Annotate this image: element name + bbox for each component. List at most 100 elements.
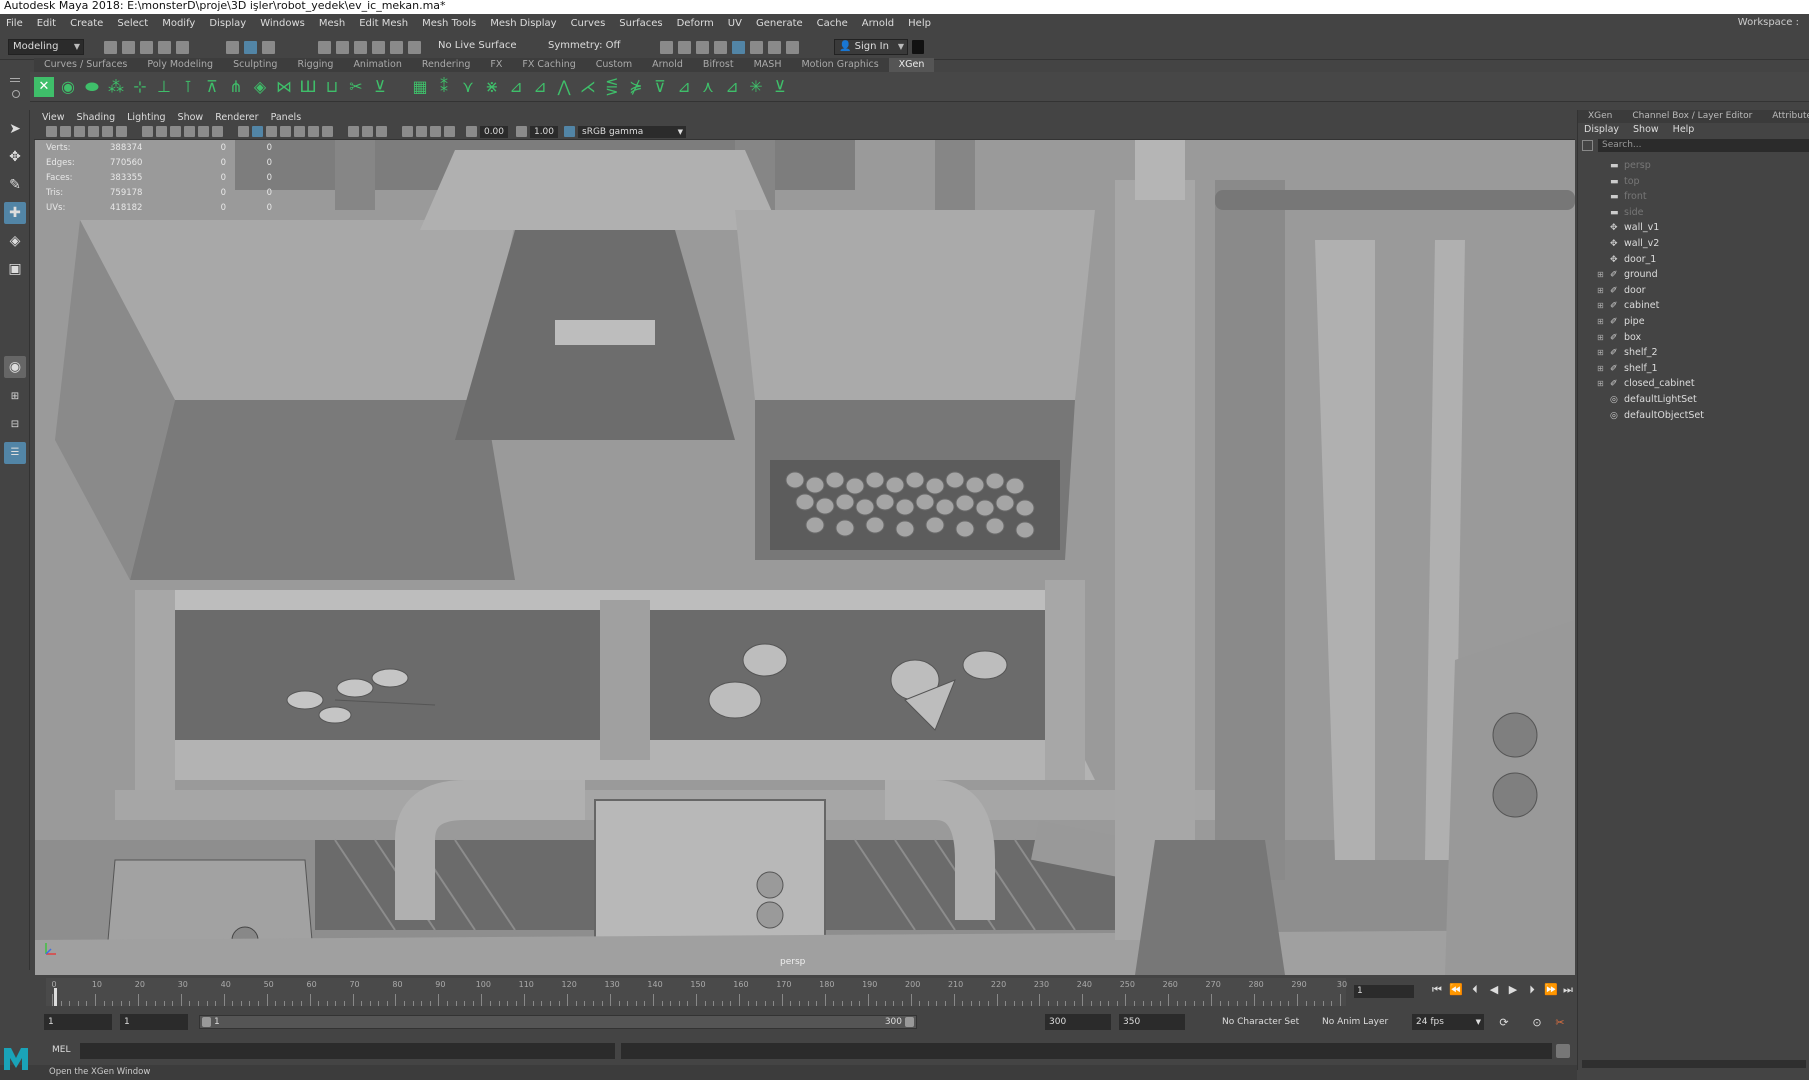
use-all-lights-icon[interactable] — [308, 126, 319, 137]
light-editor-icon[interactable] — [768, 41, 781, 54]
groom-brush-icon[interactable]: ▦ — [410, 77, 430, 97]
select-tool-icon[interactable]: ➤ — [4, 118, 26, 140]
shelf-tab-mash[interactable]: MASH — [743, 58, 792, 72]
outliner-search-input[interactable]: Search... — [1598, 139, 1809, 152]
menu-file[interactable]: File — [6, 18, 23, 29]
xgen-collection-icon[interactable]: ⋈ — [274, 77, 294, 97]
shelf-tab-fx[interactable]: FX — [480, 58, 513, 72]
field-chart-icon[interactable] — [198, 126, 209, 137]
menu-display[interactable]: Display — [209, 18, 246, 29]
xgen-guides-to-curves-icon[interactable]: ⋔ — [226, 77, 246, 97]
outliner-item[interactable]: ✥ door_1 — [1578, 252, 1809, 267]
sign-in-button[interactable]: 👤 Sign In ▼ — [834, 39, 908, 55]
tab-channel-box[interactable]: Channel Box / Layer Editor — [1622, 110, 1762, 123]
shelf-tab-animation[interactable]: Animation — [343, 58, 412, 72]
outliner-item[interactable]: ◎ defaultLightSet — [1578, 392, 1809, 407]
four-view-icon[interactable]: ⊞ — [4, 386, 26, 408]
groom-clump-icon[interactable]: ⋚ — [602, 77, 622, 97]
groom-freeze-icon[interactable]: ⊽ — [650, 77, 670, 97]
gamma-icon[interactable] — [516, 126, 527, 137]
snap-grid-icon[interactable] — [318, 41, 331, 54]
safe-action-icon[interactable] — [212, 126, 223, 137]
step-back-key-icon[interactable]: ⏪ — [1449, 983, 1463, 997]
groom-scale-icon[interactable]: ⊿ — [722, 77, 742, 97]
live-surface-field[interactable]: No Live Surface — [434, 39, 532, 55]
outliner-layout-icon[interactable]: ☰ — [4, 442, 26, 464]
menu-mesh[interactable]: Mesh — [319, 18, 345, 29]
scale-tool-icon[interactable]: ▣ — [4, 258, 26, 280]
panel-menu-shading[interactable]: Shading — [77, 112, 116, 123]
shelf-tab-xgen[interactable]: XGen — [888, 58, 935, 72]
outliner-item[interactable]: ◎ defaultObjectSet — [1578, 408, 1809, 423]
render-settings-icon[interactable] — [714, 41, 727, 54]
menu-mesh-display[interactable]: Mesh Display — [490, 18, 556, 29]
view-transform-dropdown[interactable]: sRGB gamma ▼ — [578, 126, 686, 138]
shelf-tab-bifrost[interactable]: Bifrost — [692, 58, 744, 72]
snap-surface-icon[interactable] — [390, 41, 403, 54]
default-material-icon[interactable] — [266, 126, 277, 137]
sidebar-toggle-icon[interactable] — [912, 40, 924, 54]
shelf-tab-arnold[interactable]: Arnold — [642, 58, 693, 72]
outliner-item[interactable]: ⊞ ✐ ground — [1578, 267, 1809, 282]
backface-culling-icon[interactable] — [444, 126, 455, 137]
hypershade-icon[interactable] — [732, 41, 745, 54]
menu-uv[interactable]: UV — [728, 18, 742, 29]
shelf-tab-sculpting[interactable]: Sculpting — [223, 58, 288, 72]
outliner-item[interactable]: ⊞ ✐ shelf_2 — [1578, 345, 1809, 360]
anim-layer-dropdown[interactable]: No Anim Layer — [1318, 1014, 1406, 1030]
xgen-sculpt-guide-icon[interactable]: ⊺ — [178, 77, 198, 97]
outliner-menu-show[interactable]: Show — [1633, 123, 1659, 137]
save-scene-icon[interactable] — [140, 41, 153, 54]
animation-end-field[interactable]: 350 — [1119, 1014, 1185, 1030]
groom-comb-icon[interactable]: ⋇ — [482, 77, 502, 97]
groom-noise-icon[interactable]: ⋌ — [578, 77, 598, 97]
xray-icon[interactable] — [416, 126, 427, 137]
go-to-start-icon[interactable]: ⏮ — [1430, 983, 1444, 997]
camera-select-icon[interactable] — [46, 126, 57, 137]
loop-icon[interactable]: ⟳ — [1497, 1016, 1511, 1030]
select-hierarchy-icon[interactable] — [226, 41, 239, 54]
current-time-marker[interactable] — [54, 988, 57, 1006]
outliner-item[interactable]: ▬ persp — [1578, 158, 1809, 173]
symmetry-field[interactable]: Symmetry: Off — [544, 39, 628, 55]
panel-menu-show[interactable]: Show — [178, 112, 204, 123]
script-editor-icon[interactable] — [1556, 1044, 1570, 1058]
xgen-add-guide-icon[interactable]: ⊥ — [154, 77, 174, 97]
menu-modify[interactable]: Modify — [162, 18, 195, 29]
xgen-description-icon[interactable]: ⬬ — [82, 77, 102, 97]
undo-icon[interactable] — [158, 41, 171, 54]
groom-width-icon[interactable]: ⋏ — [698, 77, 718, 97]
xgen-layer-icon[interactable]: ◈ — [250, 77, 270, 97]
outliner-item[interactable]: ⊞ ✐ door — [1578, 283, 1809, 298]
film-gate-icon[interactable] — [156, 126, 167, 137]
menu-select[interactable]: Select — [117, 18, 148, 29]
xgen-splines-icon[interactable]: ⊔ — [322, 77, 342, 97]
2d-pan-zoom-icon[interactable] — [116, 126, 127, 137]
outliner-item[interactable]: ▬ front — [1578, 189, 1809, 204]
expand-icon[interactable]: ⊞ — [1597, 283, 1604, 298]
menu-edit-mesh[interactable]: Edit Mesh — [359, 18, 408, 29]
menu-windows[interactable]: Windows — [260, 18, 305, 29]
grid-icon[interactable] — [142, 126, 153, 137]
expand-icon[interactable]: ⊞ — [1597, 314, 1604, 329]
ipr-render-icon[interactable] — [696, 41, 709, 54]
step-forward-key-icon[interactable]: ⏩ — [1544, 983, 1558, 997]
outliner-item[interactable]: ✥ wall_v2 — [1578, 236, 1809, 251]
character-set-dropdown[interactable]: No Character Set — [1218, 1014, 1308, 1030]
groom-grab-icon[interactable]: ⋎ — [458, 77, 478, 97]
step-back-frame-icon[interactable]: ⏴ — [1468, 983, 1482, 997]
panel-menu-panels[interactable]: Panels — [271, 112, 302, 123]
range-start-handle[interactable] — [202, 1017, 211, 1027]
xgen-create-icon[interactable]: ◉ — [58, 77, 78, 97]
select-component-icon[interactable] — [262, 41, 275, 54]
snap-view-icon[interactable] — [372, 41, 385, 54]
outliner-item[interactable]: ▬ top — [1578, 174, 1809, 189]
menu-curves[interactable]: Curves — [571, 18, 606, 29]
xgen-lock-guide-icon[interactable]: ⊼ — [202, 77, 222, 97]
multisample-aa-icon[interactable] — [376, 126, 387, 137]
groom-density-icon[interactable]: ⊿ — [674, 77, 694, 97]
command-input[interactable] — [80, 1043, 615, 1059]
render-current-icon[interactable] — [678, 41, 691, 54]
menu-mesh-tools[interactable]: Mesh Tools — [422, 18, 476, 29]
resolution-gate-icon[interactable] — [170, 126, 181, 137]
